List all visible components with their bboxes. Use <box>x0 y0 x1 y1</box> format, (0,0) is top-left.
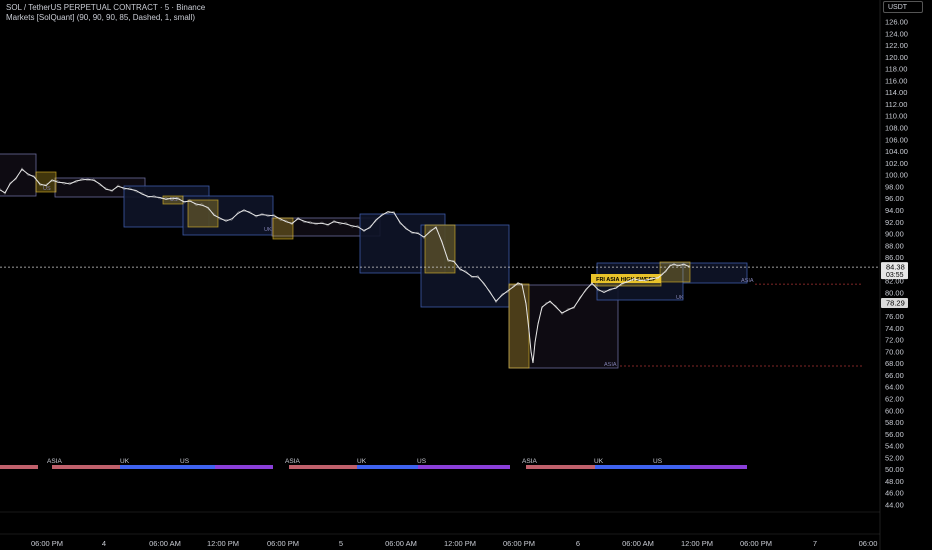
y-tick-label: 104.00 <box>885 147 908 156</box>
y-tick-label: 48.00 <box>885 477 904 486</box>
y-tick-label: 126.00 <box>885 18 908 27</box>
y-tick-label: 118.00 <box>885 65 907 74</box>
session-bar-label: UK <box>357 458 367 465</box>
x-tick-label: 06:00 AM <box>385 539 417 548</box>
y-tick-label: 106.00 <box>885 135 908 144</box>
y-tick-label: 108.00 <box>885 124 908 133</box>
y-tick-label: 88.00 <box>885 241 904 250</box>
indicator-title: Markets [SolQuant] (90, 90, 90, 85, Dash… <box>6 13 195 22</box>
y-tick-label: 122.00 <box>885 41 908 50</box>
y-tick-label: 80.00 <box>885 288 904 297</box>
y-tick-label: 68.00 <box>885 359 904 368</box>
y-tick-label: 70.00 <box>885 347 904 356</box>
session-bar-label: ASIA <box>47 458 62 465</box>
y-tick-label: 94.00 <box>885 206 904 215</box>
y-tick-label: 112.00 <box>885 100 907 109</box>
x-tick-label: 4 <box>102 539 106 548</box>
currency-selector[interactable]: USDT <box>883 1 923 13</box>
y-tick-label: 54.00 <box>885 442 904 451</box>
secondary-price-value: 78.29 <box>886 299 905 308</box>
session-bar-label: US <box>417 458 427 465</box>
y-tick-label: 100.00 <box>885 171 908 180</box>
y-tick-label: 58.00 <box>885 418 904 427</box>
x-tick-label: 12:00 PM <box>207 539 239 548</box>
x-tick-label: 7 <box>813 539 817 548</box>
y-tick-label: 110.00 <box>885 112 907 121</box>
sweep-box <box>272 217 294 240</box>
session-boxes-layer: FRI ASIA HIGH SWEEPASIAUKUSUKASIAUS <box>0 153 880 369</box>
symbol-title: SOL / TetherUS PERPETUAL CONTRACT · 5 · … <box>6 3 206 12</box>
y-tick-label: 46.00 <box>885 489 904 498</box>
session-bars-layer: ASIA UK US ASIA UK US ASIA UK US <box>0 458 747 469</box>
y-tick-label: 92.00 <box>885 218 904 227</box>
session-bar <box>357 465 418 469</box>
x-tick-label: 12:00 PM <box>681 539 713 548</box>
y-tick-label: 56.00 <box>885 430 904 439</box>
x-tick-label: 06:00 PM <box>267 539 299 548</box>
x-tick-label: 6 <box>576 539 580 548</box>
session-bar-label: UK <box>120 458 130 465</box>
x-tick-label: 06:00 PM <box>503 539 535 548</box>
x-tick-label: 06:00 AM <box>149 539 181 548</box>
y-tick-label: 64.00 <box>885 383 904 392</box>
session-bar <box>526 465 595 469</box>
x-tick-label: 06:00 PM <box>740 539 772 548</box>
y-tick-label: 66.00 <box>885 371 904 380</box>
y-tick-label: 50.00 <box>885 465 904 474</box>
y-tick-label: 74.00 <box>885 324 904 333</box>
x-tick-label: 06:00 AM <box>622 539 654 548</box>
price-chart[interactable]: FRI ASIA HIGH SWEEPASIAUKUSUKASIAUS ASIA… <box>0 0 932 550</box>
session-bar-label: US <box>180 458 190 465</box>
chart-legend: SOL / TetherUS PERPETUAL CONTRACT · 5 · … <box>6 3 205 23</box>
y-tick-label: 60.00 <box>885 406 904 415</box>
session-bar-label: UK <box>594 458 604 465</box>
session-bar <box>690 465 747 469</box>
session-bar <box>180 465 215 469</box>
session-bar <box>418 465 510 469</box>
session-box-label: ASIA <box>741 278 754 284</box>
y-tick-label: 76.00 <box>885 312 904 321</box>
session-bar-label: US <box>653 458 663 465</box>
session-bar-label: ASIA <box>285 458 300 465</box>
y-tick-label: 72.00 <box>885 336 904 345</box>
y-tick-label: 52.00 <box>885 453 904 462</box>
y-tick-label: 90.00 <box>885 230 904 239</box>
session-box-label: UK <box>676 295 684 301</box>
y-tick-label: 96.00 <box>885 194 904 203</box>
y-tick-label: 98.00 <box>885 182 904 191</box>
session-bar-label: ASIA <box>522 458 537 465</box>
y-tick-label: 124.00 <box>885 29 908 38</box>
sweep-box <box>508 283 530 369</box>
session-bar <box>52 465 120 469</box>
y-tick-label: 102.00 <box>885 159 908 168</box>
session-bar <box>289 465 357 469</box>
session-bar <box>215 465 273 469</box>
x-tick-label: 06:00 <box>859 539 878 548</box>
session-bar <box>595 465 690 469</box>
x-tick-label: 5 <box>339 539 343 548</box>
session-box-label: ASIA <box>604 362 617 368</box>
y-tick-label: 62.00 <box>885 394 904 403</box>
y-tick-label: 114.00 <box>885 88 907 97</box>
y-tick-label: 120.00 <box>885 53 908 62</box>
y-tick-label: 44.00 <box>885 501 904 510</box>
session-box-label: UK <box>264 227 272 233</box>
session-box <box>682 262 748 284</box>
candle-countdown: 03:55 <box>886 272 904 279</box>
x-tick-label: 12:00 PM <box>444 539 476 548</box>
y-tick-label: 116.00 <box>885 76 907 85</box>
y-tick-label: 86.00 <box>885 253 904 262</box>
session-bar <box>0 465 38 469</box>
last-price-value: 84.38 <box>886 263 905 272</box>
session-box-label: US <box>43 186 51 192</box>
x-tick-label: 06:00 PM <box>31 539 63 548</box>
